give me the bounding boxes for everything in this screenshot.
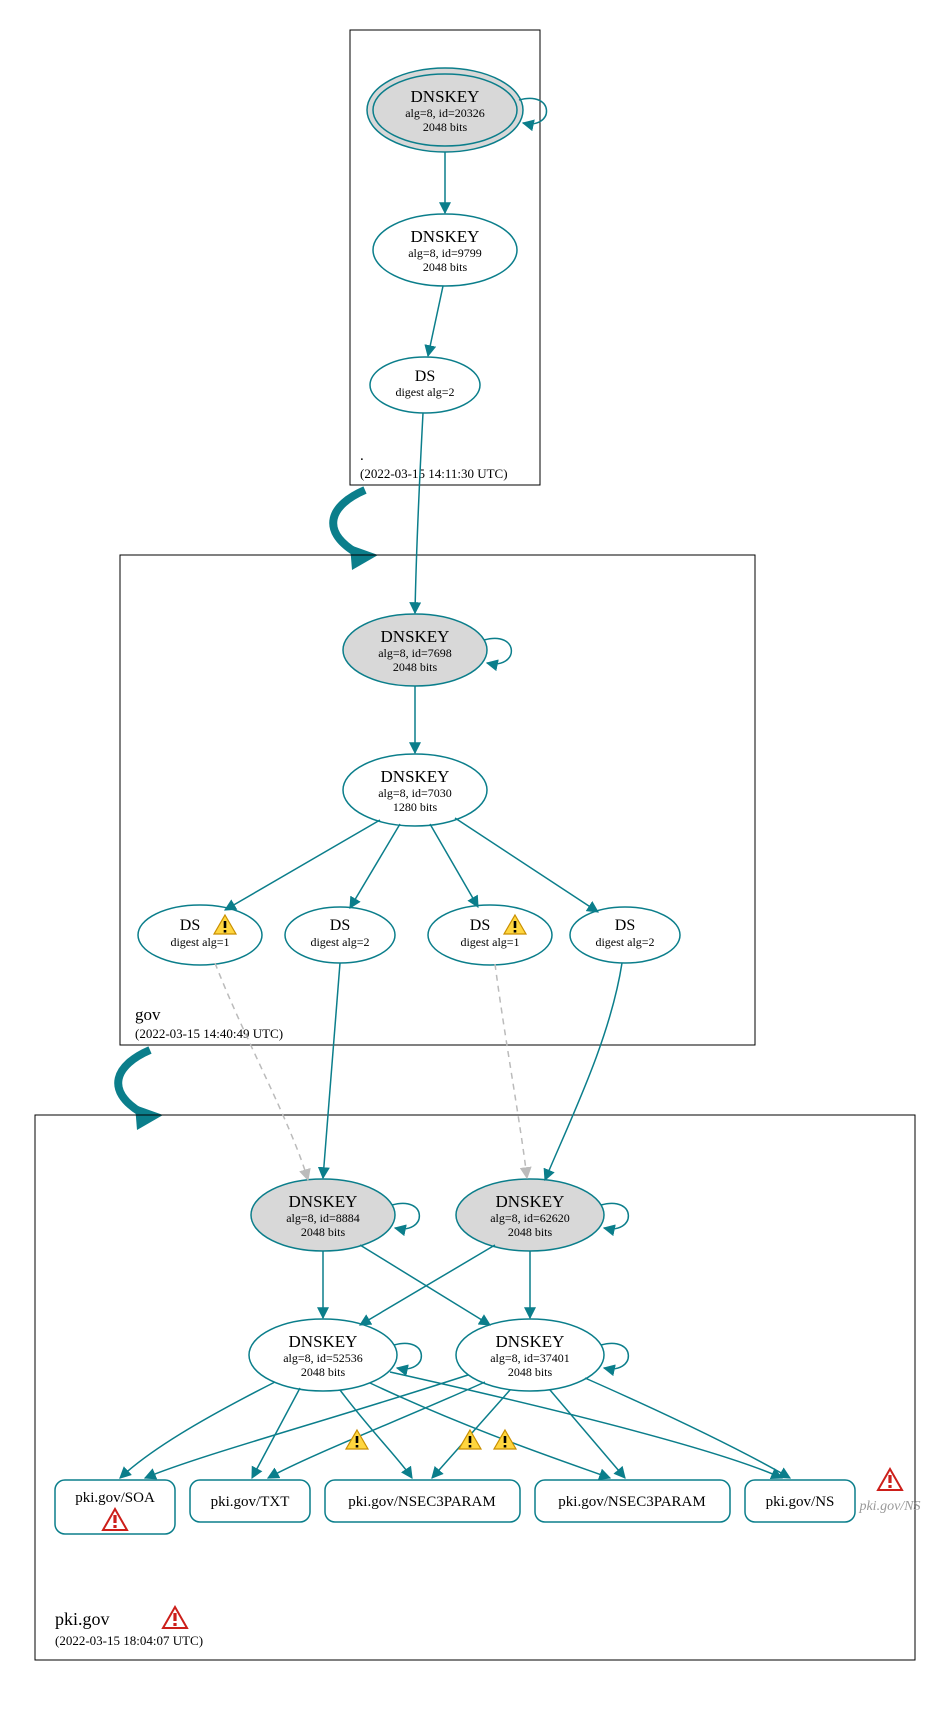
node-rr-n3p1[interactable]: pki.gov/NSEC3PARAM xyxy=(325,1480,520,1522)
rr-n3p1-label: pki.gov/NSEC3PARAM xyxy=(348,1494,495,1510)
edge-root-zsk-ds xyxy=(428,286,443,356)
node-rr-soa[interactable]: pki.gov/SOA xyxy=(55,1480,175,1534)
node-gov-ds1-l2: digest alg=1 xyxy=(170,935,229,949)
node-gov-ds4-title: DS xyxy=(615,917,635,934)
node-root-ksk-l2: alg=8, id=20326 xyxy=(405,106,485,120)
node-gov-zsk-l3: 1280 bits xyxy=(393,800,438,814)
node-gov-ds1-title: DS xyxy=(180,917,200,934)
rr-n3p2-label: pki.gov/NSEC3PARAM xyxy=(558,1494,705,1510)
svg-text:pki.gov/NS: pki.gov/NS xyxy=(858,1499,920,1514)
node-pki-ksk2-l3: 2048 bits xyxy=(508,1225,553,1239)
warning-icon xyxy=(494,1430,516,1449)
node-root-zsk-title: DNSKEY xyxy=(411,227,480,246)
node-pki-ksk2-title: DNSKEY xyxy=(496,1192,565,1211)
rr-ns-label: pki.gov/NS xyxy=(766,1494,835,1510)
node-gov-ds3[interactable]: DS digest alg=1 xyxy=(428,905,552,965)
node-pki-zsk2-l3: 2048 bits xyxy=(508,1365,553,1379)
zone-root-name: . xyxy=(360,448,364,464)
edge-govzsk-ds3 xyxy=(430,824,478,907)
node-pki-ksk2-l2: alg=8, id=62620 xyxy=(490,1211,570,1225)
node-pki-ksk1-title: DNSKEY xyxy=(289,1192,358,1211)
edge-zsk1-txt xyxy=(252,1388,300,1478)
node-gov-ds4-l2: digest alg=2 xyxy=(595,935,654,949)
node-pki-ksk2[interactable]: DNSKEY alg=8, id=62620 2048 bits xyxy=(456,1179,604,1251)
node-pki-ksk1[interactable]: DNSKEY alg=8, id=8884 2048 bits xyxy=(251,1179,395,1251)
node-gov-zsk-title: DNSKEY xyxy=(381,767,450,786)
edge-zsk1-soa xyxy=(120,1382,275,1478)
node-gov-zsk[interactable]: DNSKEY alg=8, id=7030 1280 bits xyxy=(343,754,487,826)
node-gov-ksk-title: DNSKEY xyxy=(381,627,450,646)
edge-govzsk-ds2 xyxy=(350,824,400,908)
error-icon xyxy=(163,1607,187,1628)
node-pki-zsk1-l3: 2048 bits xyxy=(301,1365,346,1379)
edge-rootds-govksk xyxy=(415,413,423,613)
node-gov-ds1[interactable]: DS digest alg=1 xyxy=(138,905,262,965)
edge-ds4-ksk2 xyxy=(545,963,622,1180)
node-rr-txt[interactable]: pki.gov/TXT xyxy=(190,1480,310,1522)
edge-zsk1-ns xyxy=(390,1372,782,1478)
zone-gov-name: gov xyxy=(135,1005,161,1024)
node-root-ds-title: DS xyxy=(415,368,435,385)
node-root-zsk[interactable]: DNSKEY alg=8, id=9799 2048 bits xyxy=(373,214,517,286)
edge-govzsk-ds4 xyxy=(455,818,598,912)
dnssec-diagram: . (2022-03-15 14:11:30 UTC) DNSKEY alg=8… xyxy=(0,0,952,1724)
node-gov-ksk[interactable]: DNSKEY alg=8, id=7698 2048 bits xyxy=(343,614,487,686)
node-gov-ds3-title: DS xyxy=(470,917,490,934)
node-gov-ds2[interactable]: DS digest alg=2 xyxy=(285,907,395,963)
node-gov-ds4[interactable]: DS digest alg=2 xyxy=(570,907,680,963)
warning-icon xyxy=(346,1430,368,1449)
node-pki-zsk1-title: DNSKEY xyxy=(289,1332,358,1351)
node-root-ksk[interactable]: DNSKEY alg=8, id=20326 2048 bits xyxy=(367,68,523,152)
delegation-root-gov xyxy=(333,490,365,552)
edge-zsk1-n3p1 xyxy=(340,1390,412,1478)
node-gov-zsk-l2: alg=8, id=7030 xyxy=(378,786,452,800)
node-gov-ksk-l2: alg=8, id=7698 xyxy=(378,646,452,660)
edge-gov-ksk-self xyxy=(484,638,511,663)
rr-soa-label: pki.gov/SOA xyxy=(75,1490,155,1506)
edge-zsk2-txt xyxy=(268,1382,485,1478)
node-root-ds[interactable]: DS digest alg=2 xyxy=(370,357,480,413)
node-pki-zsk2[interactable]: DNSKEY alg=8, id=37401 2048 bits xyxy=(456,1319,604,1391)
edge-zsk1-n3p2 xyxy=(370,1383,610,1478)
rr-txt-label: pki.gov/TXT xyxy=(211,1494,290,1510)
node-pki-zsk2-l2: alg=8, id=37401 xyxy=(490,1351,570,1365)
node-rr-ns-ghost: pki.gov/NS xyxy=(858,1469,920,1514)
edge-pki-ksk2-self xyxy=(601,1203,628,1228)
zone-gov-timestamp: (2022-03-15 14:40:49 UTC) xyxy=(135,1026,283,1041)
edge-zsk2-ns xyxy=(585,1378,790,1478)
node-rr-n3p2[interactable]: pki.gov/NSEC3PARAM xyxy=(535,1480,730,1522)
node-rr-ns[interactable]: pki.gov/NS xyxy=(745,1480,855,1522)
edge-ds1-ksk1 xyxy=(215,963,308,1180)
zone-root-timestamp: (2022-03-15 14:11:30 UTC) xyxy=(360,466,508,481)
node-pki-zsk1-l2: alg=8, id=52536 xyxy=(283,1351,363,1365)
node-pki-zsk1[interactable]: DNSKEY alg=8, id=52536 2048 bits xyxy=(249,1319,397,1391)
node-gov-ksk-l3: 2048 bits xyxy=(393,660,438,674)
edge-pki-zsk2-self xyxy=(601,1343,628,1368)
node-pki-zsk2-title: DNSKEY xyxy=(496,1332,565,1351)
edge-pki-zsk1-self xyxy=(394,1343,421,1368)
node-pki-ksk1-l3: 2048 bits xyxy=(301,1225,346,1239)
node-pki-ksk1-l2: alg=8, id=8884 xyxy=(286,1211,360,1225)
edge-zsk2-n3p2 xyxy=(550,1390,625,1478)
node-root-ksk-l3: 2048 bits xyxy=(423,120,468,134)
node-root-ksk-title: DNSKEY xyxy=(411,87,480,106)
node-gov-ds3-l2: digest alg=1 xyxy=(460,935,519,949)
node-gov-ds2-title: DS xyxy=(330,917,350,934)
delegation-gov-pki xyxy=(118,1050,150,1112)
node-root-zsk-l2: alg=8, id=9799 xyxy=(408,246,482,260)
warning-icon xyxy=(459,1430,481,1449)
zone-pki-timestamp: (2022-03-15 18:04:07 UTC) xyxy=(55,1633,203,1648)
zone-pki-name: pki.gov xyxy=(55,1609,110,1629)
node-root-ds-l2: digest alg=2 xyxy=(395,385,454,399)
edge-ds2-ksk1 xyxy=(323,963,340,1178)
edge-ds3-ksk2 xyxy=(495,964,527,1178)
edge-pki-ksk1-self xyxy=(392,1203,419,1228)
error-icon xyxy=(878,1469,902,1490)
node-root-zsk-l3: 2048 bits xyxy=(423,260,468,274)
node-gov-ds2-l2: digest alg=2 xyxy=(310,935,369,949)
